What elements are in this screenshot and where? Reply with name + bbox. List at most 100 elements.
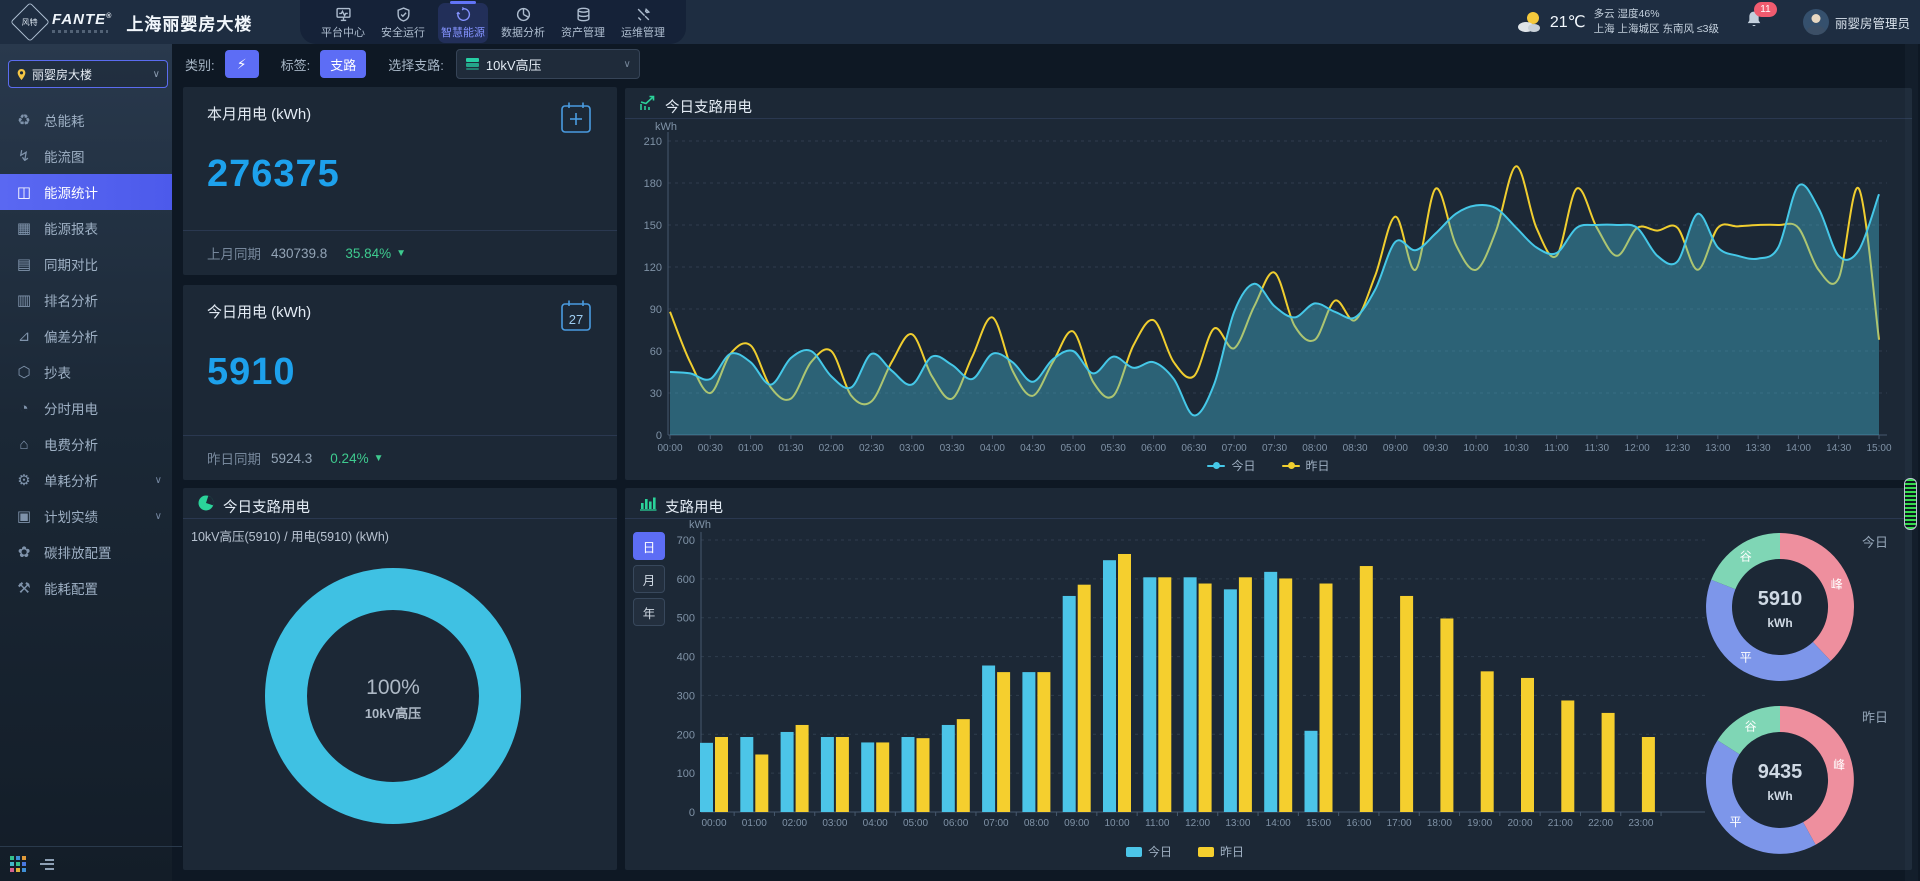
svg-text:06:00: 06:00 <box>1141 443 1166 454</box>
svg-text:14:00: 14:00 <box>1786 443 1811 454</box>
sidebar-item-label: 能流图 <box>44 146 85 166</box>
legend-item-今日[interactable]: 今日 <box>1126 843 1172 860</box>
svg-text:01:00: 01:00 <box>738 443 763 454</box>
sidebar-item-time-of-use[interactable]: ◔分时用电 <box>0 390 172 426</box>
sidebar-item-meter-reading[interactable]: ⬡抄表 <box>0 354 172 390</box>
collapse-menu-icon[interactable] <box>40 859 54 870</box>
svg-text:kWh: kWh <box>689 519 711 531</box>
sidebar-item-label: 单耗分析 <box>44 470 98 490</box>
sidebar-item-period-compare[interactable]: ▤同期对比 <box>0 246 172 282</box>
apps-grid-icon[interactable] <box>10 856 26 872</box>
sidebar-item-energy-config[interactable]: ⚒能耗配置 <box>0 570 172 606</box>
building-title: 上海丽婴房大楼 <box>126 10 252 35</box>
svg-text:05:30: 05:30 <box>1101 443 1126 454</box>
sidebar-item-ranking[interactable]: ▥排名分析 <box>0 282 172 318</box>
sidebar-item-cost-analysis[interactable]: ⌂电费分析 <box>0 426 172 462</box>
page-scrollbar-thumb[interactable] <box>1904 478 1917 530</box>
svg-text:500: 500 <box>677 613 695 625</box>
sidebar-item-total-energy[interactable]: ♻总能耗 <box>0 102 172 138</box>
svg-text:02:00: 02:00 <box>819 443 844 454</box>
svg-text:01:30: 01:30 <box>778 443 803 454</box>
month-compare-label: 上月同期 <box>207 243 261 263</box>
svg-text:kWh: kWh <box>1767 789 1792 803</box>
sidebar-item-deviation[interactable]: ⊿偏差分析 <box>0 318 172 354</box>
sidebar-item-label: 碳排放配置 <box>44 542 112 562</box>
leaf-icon: ✿ <box>15 543 33 561</box>
sidebar-item-energy-stats[interactable]: ◫能源统计 <box>0 174 172 210</box>
menu-item-operations[interactable]: 运维管理 <box>618 3 668 43</box>
svg-text:05:00: 05:00 <box>1060 443 1085 454</box>
calendar-day-icon[interactable]: 27 <box>557 297 595 335</box>
svg-text:kWh: kWh <box>1767 616 1792 630</box>
svg-text:120: 120 <box>644 262 662 274</box>
menu-item-platform[interactable]: 平台中心 <box>318 3 368 43</box>
sidebar-item-label: 偏差分析 <box>44 326 98 346</box>
sidebar-item-unit-consumption[interactable]: ⚙单耗分析∨ <box>0 462 172 498</box>
svg-text:13:30: 13:30 <box>1746 443 1771 454</box>
menu-item-smart-energy[interactable]: 智慧能源 <box>438 3 488 43</box>
brand-logo-icon: 风特 <box>10 2 50 42</box>
database-icon <box>576 7 591 22</box>
user-menu[interactable]: 丽婴房管理员 <box>1803 9 1910 35</box>
svg-text:12:00: 12:00 <box>1625 443 1650 454</box>
svg-text:15:00: 15:00 <box>1306 818 1331 829</box>
month-usage-value: 276375 <box>207 153 340 196</box>
month-percent: 35.84% <box>345 246 391 261</box>
page-scrollbar-track[interactable] <box>1905 44 1918 881</box>
month-compare-value: 430739.8 <box>271 246 327 261</box>
svg-text:06:30: 06:30 <box>1181 443 1206 454</box>
building-select[interactable]: 丽婴房大楼 ∨ <box>8 60 168 88</box>
sidebar-item-label: 总能耗 <box>44 110 85 130</box>
branch-select[interactable]: 10kV高压 ∨ <box>456 49 640 79</box>
svg-text:180: 180 <box>644 178 662 190</box>
table-icon: ▦ <box>15 219 33 237</box>
chevron-down-icon: ∨ <box>155 475 162 486</box>
main-menu: 平台中心 安全运行 智慧能源 数据分析 资产管理 运维管理 <box>300 0 686 44</box>
svg-text:00:00: 00:00 <box>657 443 682 454</box>
sidebar-item-carbon-config[interactable]: ✿ 碳排放配置 <box>0 534 172 570</box>
svg-text:17:00: 17:00 <box>1387 818 1412 829</box>
menu-item-assets[interactable]: 资产管理 <box>558 3 608 43</box>
svg-text:60: 60 <box>650 346 662 358</box>
filter-bar: 类别: ⚡ 标签: 支路 选择支路: 10kV高压 ∨ <box>172 44 1920 84</box>
tools-icon <box>636 7 651 22</box>
bar-chart-icon <box>639 494 657 512</box>
svg-text:10kV高压: 10kV高压 <box>365 706 421 721</box>
svg-text:09:30: 09:30 <box>1423 443 1448 454</box>
svg-text:11:00: 11:00 <box>1145 818 1170 829</box>
svg-text:07:30: 07:30 <box>1262 443 1287 454</box>
legend-item-昨日[interactable]: 昨日 <box>1282 457 1330 474</box>
calendar-add-icon[interactable] <box>557 99 595 137</box>
legend-item-今日[interactable]: 今日 <box>1207 457 1255 474</box>
chevron-down-icon: ∨ <box>153 69 160 80</box>
legend-line-marker <box>1282 465 1300 467</box>
today-branch-donut-card: 今日支路用电 10kV高压(5910) / 用电(5910) (kWh) 100… <box>183 488 617 870</box>
lightning-icon: ⚡ <box>237 56 247 73</box>
tag-branch-button[interactable]: 支路 <box>320 50 366 78</box>
notifications-bell[interactable]: 11 <box>1745 10 1763 35</box>
svg-text:08:00: 08:00 <box>1302 443 1327 454</box>
tou-yesterday-tag: 昨日 <box>1862 707 1888 726</box>
bar-chart-legend: 今日 昨日 <box>655 843 1715 860</box>
sidebar-item-label: 能耗配置 <box>44 578 98 598</box>
svg-text:14:00: 14:00 <box>1266 818 1291 829</box>
svg-text:11:30: 11:30 <box>1585 443 1610 454</box>
sidebar-item-label: 排名分析 <box>44 290 98 310</box>
sidebar-item-energy-report[interactable]: ▦能源报表 <box>0 210 172 246</box>
sidebar-nav: ♻总能耗↯能流图◫能源统计▦能源报表▤同期对比▥排名分析⊿偏差分析⬡抄表◔分时用… <box>0 102 172 606</box>
today-branch-line-chart: 0306090120150180210kWh00:0000:3001:0001:… <box>625 118 1912 468</box>
svg-text:16:00: 16:00 <box>1346 818 1371 829</box>
svg-text:10:00: 10:00 <box>1104 818 1129 829</box>
svg-text:03:30: 03:30 <box>940 443 965 454</box>
svg-text:100%: 100% <box>366 676 420 699</box>
svg-text:峰: 峰 <box>1833 758 1845 772</box>
svg-text:20:00: 20:00 <box>1507 818 1532 829</box>
today-compare-value: 5924.3 <box>271 451 312 466</box>
menu-item-data-analysis[interactable]: 数据分析 <box>498 3 548 43</box>
menu-item-safety[interactable]: 安全运行 <box>378 3 428 43</box>
category-electric-button[interactable]: ⚡ <box>225 50 259 78</box>
sidebar-item-plan-actual[interactable]: ▣计划实绩∨ <box>0 498 172 534</box>
notification-count-badge: 11 <box>1754 2 1777 17</box>
legend-item-昨日[interactable]: 昨日 <box>1198 843 1244 860</box>
sidebar-item-energy-flow[interactable]: ↯能流图 <box>0 138 172 174</box>
